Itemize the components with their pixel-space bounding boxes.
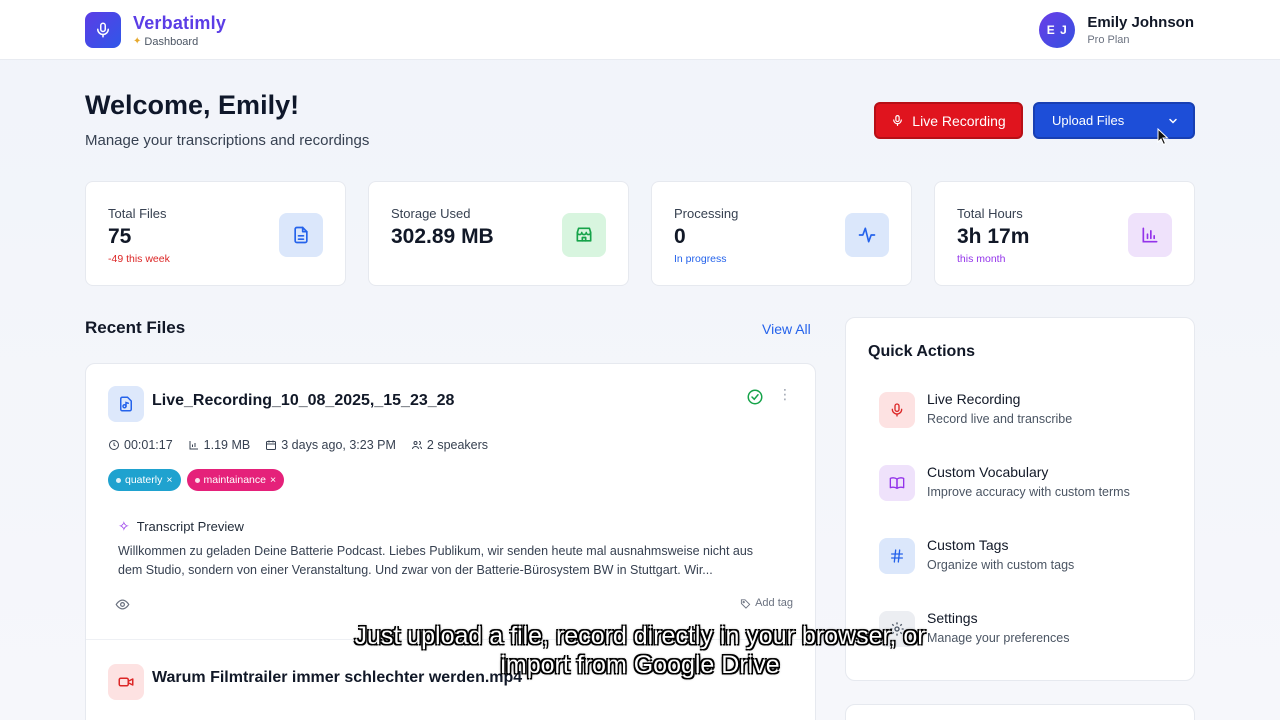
stat-value: 302.89 MB: [391, 225, 494, 248]
caption-line-2: import from Google Drive: [500, 651, 780, 679]
transcript-preview-label: Transcript Preview: [136, 519, 244, 534]
upload-files-label: Upload Files: [1052, 113, 1125, 128]
quick-action-desc: Record live and transcribe: [927, 412, 1073, 426]
stat-label: Total Files: [108, 206, 167, 221]
stat-label: Processing: [674, 206, 739, 221]
add-tag-button[interactable]: Add tag: [740, 597, 793, 609]
document-icon: [279, 213, 323, 257]
page-title: Welcome, Emily!: [85, 90, 300, 120]
stat-note: In progress: [674, 253, 727, 265]
tag-label: maintainance: [203, 474, 266, 486]
stat-card-storage: Storage Used 302.89 MB: [368, 181, 629, 286]
quick-action-label: Live Recording: [927, 391, 1021, 407]
quick-action-live-recording[interactable]: Live Recording Record live and transcrib…: [879, 390, 1179, 430]
caption-line-1: Just upload a file, record directly in y…: [354, 622, 926, 650]
stat-value: 0: [674, 225, 686, 248]
users-icon: [411, 441, 422, 450]
file-date: 3 days ago, 3:23 PM: [281, 438, 396, 452]
activity-icon: [845, 213, 889, 257]
quick-action-label: Custom Tags: [927, 537, 1009, 553]
book-icon: [879, 465, 915, 501]
stat-note: -49 this week: [108, 253, 170, 265]
user-menu[interactable]: E J Emily Johnson Pro Plan: [1039, 12, 1194, 48]
quick-action-custom-tags[interactable]: Custom Tags Organize with custom tags: [879, 536, 1179, 576]
live-recording-button[interactable]: Live Recording: [874, 102, 1023, 139]
hash-icon: [879, 538, 915, 574]
stat-label: Storage Used: [391, 206, 471, 221]
mouse-cursor-icon: [1157, 128, 1169, 146]
stat-card-total-hours: Total Hours 3h 17m this month: [934, 181, 1195, 286]
size-chart-icon: [189, 441, 198, 450]
stat-card-processing: Processing 0 In progress: [651, 181, 912, 286]
sparkle-icon: ✧: [118, 518, 130, 534]
tag-chip[interactable]: quaterly ×: [108, 469, 181, 491]
quick-actions-title: Quick Actions: [868, 343, 975, 360]
video-file-icon: [108, 664, 144, 700]
recent-files-title: Recent Files: [85, 318, 186, 337]
avatar[interactable]: E J: [1039, 12, 1076, 48]
check-circle-icon: [747, 389, 763, 405]
recording-file-icon: [108, 386, 144, 422]
add-tag-label: Add tag: [755, 597, 793, 609]
tag-label: quaterly: [125, 474, 163, 486]
more-options-icon[interactable]: ⋮: [778, 386, 792, 403]
quick-action-custom-vocabulary[interactable]: Custom Vocabulary Improve accuracy with …: [879, 463, 1179, 503]
stat-card-total-files: Total Files 75 -49 this week: [85, 181, 346, 286]
remove-tag-icon[interactable]: ×: [166, 474, 172, 486]
sparkle-icon: ✦: [133, 36, 142, 47]
microphone-icon: [879, 392, 915, 428]
storage-icon: [562, 213, 606, 257]
bar-chart-icon: [1128, 213, 1172, 257]
upload-files-button[interactable]: Upload Files: [1033, 102, 1195, 139]
logo-microphone-icon: [85, 12, 121, 48]
file-size: 1.19 MB: [203, 438, 251, 452]
user-name: Emily Johnson: [1087, 14, 1194, 31]
file-title[interactable]: Live_Recording_10_08_2025,_15_23_28: [152, 392, 454, 410]
transcript-preview-text: Willkommen zu geladen Deine Batterie Pod…: [118, 544, 754, 577]
remove-tag-icon[interactable]: ×: [270, 474, 276, 486]
chevron-down-icon[interactable]: [1167, 115, 1179, 127]
tag-icon: [740, 598, 751, 609]
quick-action-label: Custom Vocabulary: [927, 464, 1049, 480]
app-name: Verbatimly: [133, 12, 227, 33]
file-speakers: 2 speakers: [426, 438, 489, 452]
live-recording-label: Live Recording: [912, 112, 1006, 129]
tag-chip[interactable]: maintainance ×: [186, 469, 285, 491]
stat-note: this month: [957, 253, 1006, 265]
page-subtitle: Manage your transcriptions and recording…: [85, 132, 370, 149]
eye-icon[interactable]: [115, 597, 130, 612]
file-meta: 00:01:17 1.19 MB 3 days ago, 3:23 PM 2 s…: [108, 438, 488, 452]
quick-action-desc: Organize with custom tags: [927, 558, 1075, 572]
video-caption: Just upload a file, record directly in y…: [240, 622, 1040, 680]
brand[interactable]: Verbatimly ✦ Dashboard: [85, 12, 226, 48]
microphone-icon: [893, 115, 903, 126]
stat-value: 3h 17m: [957, 225, 1030, 248]
stat-value: 75: [108, 225, 132, 248]
quick-action-desc: Improve accuracy with custom terms: [927, 485, 1130, 499]
user-plan: Pro Plan: [1087, 34, 1130, 46]
clock-icon: [109, 440, 119, 450]
stat-label: Total Hours: [957, 206, 1023, 221]
calendar-icon: [266, 440, 277, 450]
top-bar: Verbatimly ✦ Dashboard E J Emily Johnson…: [0, 0, 1280, 60]
view-all-link[interactable]: View All: [762, 321, 811, 337]
secondary-panel: [845, 704, 1195, 720]
page-section: Dashboard: [144, 35, 199, 48]
tag-list: quaterly × maintainance ×: [108, 469, 285, 491]
file-duration: 00:01:17: [124, 438, 173, 452]
